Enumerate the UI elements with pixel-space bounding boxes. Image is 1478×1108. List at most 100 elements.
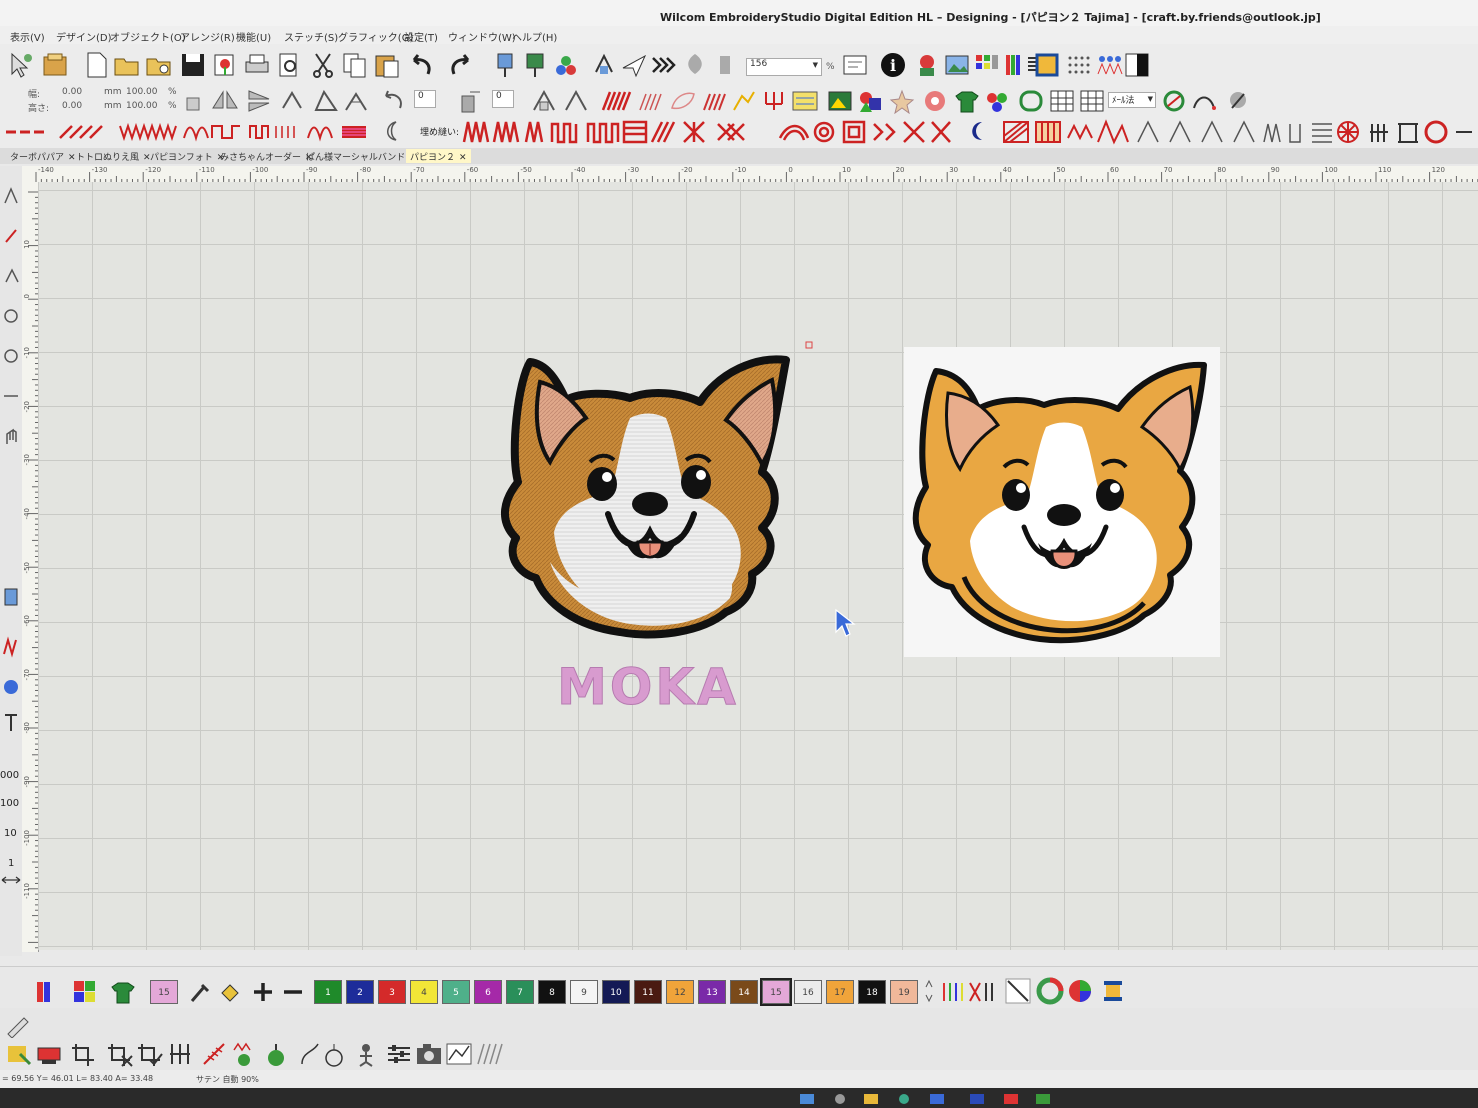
measure-icon[interactable]: [2, 386, 20, 406]
tab-martial-band[interactable]: ぱん様マーシャルバンド✕: [302, 149, 421, 163]
menu-view[interactable]: 表示(V): [10, 29, 45, 44]
design-canvas[interactable]: MOKA: [38, 182, 1478, 950]
open-folder-icon[interactable]: [112, 50, 142, 80]
slant-icon[interactable]: [456, 88, 486, 114]
fabric-icon[interactable]: [1224, 88, 1252, 114]
color-swatch-4[interactable]: 4: [410, 980, 438, 1004]
palette-list-icon[interactable]: [34, 979, 54, 1005]
design-library-icon[interactable]: [40, 50, 70, 80]
steering-icon[interactable]: [1160, 88, 1188, 114]
color-swatch-7[interactable]: 7: [506, 980, 534, 1004]
undo-icon[interactable]: [406, 50, 436, 80]
open-design-icon[interactable]: [144, 50, 174, 80]
distribute-icon[interactable]: [562, 88, 590, 114]
color-swatch-13[interactable]: 13: [698, 980, 726, 1004]
knife-icon[interactable]: [2, 226, 20, 246]
color-swatch-2[interactable]: 2: [346, 980, 374, 1004]
zigzag-stitch-icon[interactable]: [118, 120, 180, 142]
mirror-vertical-icon[interactable]: [244, 88, 274, 114]
menu-graphics[interactable]: グラフィック(G): [338, 29, 413, 44]
paste-icon[interactable]: [372, 50, 402, 80]
chart-stitch-icon[interactable]: [444, 1040, 474, 1068]
hoop-icon[interactable]: [1032, 50, 1062, 80]
fill-stitch-icon[interactable]: [600, 88, 634, 114]
flower-icon[interactable]: [888, 88, 916, 114]
color-swatch-5[interactable]: 5: [442, 980, 470, 1004]
tab-papillon-2[interactable]: パピヨン２ ✕: [406, 149, 471, 163]
columns-icon[interactable]: [166, 1040, 196, 1068]
show-bitmap-icon[interactable]: [942, 50, 972, 80]
zoom-box-icon[interactable]: [840, 50, 870, 80]
running-stitch-icon[interactable]: [4, 120, 54, 142]
flexi-split-icon[interactable]: [790, 88, 820, 114]
send-to-machine-icon[interactable]: [620, 50, 648, 80]
rotate-left-icon[interactable]: [378, 88, 408, 114]
crop-cross-icon[interactable]: [106, 1040, 136, 1068]
thread-chart-icon[interactable]: [940, 977, 1000, 1005]
color-swatch-8[interactable]: 8: [538, 980, 566, 1004]
scale-height-field[interactable]: 100.00: [126, 101, 158, 111]
print-preview-icon[interactable]: [274, 50, 304, 80]
color-swatch-3[interactable]: 3: [378, 980, 406, 1004]
hoop-outline-icon[interactable]: [1016, 88, 1046, 114]
appliqué-icon[interactable]: [920, 88, 950, 114]
fill-patterns-strip-icon[interactable]: [462, 118, 952, 146]
color-sphere-icon[interactable]: [1066, 977, 1094, 1005]
select-object-icon[interactable]: [6, 50, 36, 80]
embroidered-corgi-head[interactable]: [490, 342, 820, 652]
menu-design[interactable]: デザイン(D): [56, 29, 112, 44]
color-swatch-12[interactable]: 12: [666, 980, 694, 1004]
slant-field[interactable]: 0: [492, 90, 514, 108]
trim-icon[interactable]: [712, 50, 738, 80]
team-names-icon[interactable]: [982, 88, 1012, 114]
triple-stitch-icon[interactable]: [56, 120, 116, 142]
people-icon[interactable]: [1094, 50, 1124, 80]
contrast-icon[interactable]: [1122, 50, 1152, 80]
width-field[interactable]: 0.00: [62, 87, 82, 97]
tshirt-icon[interactable]: [952, 88, 982, 114]
zoom-select[interactable]: 156 ▼: [746, 58, 822, 76]
color-set-icon[interactable]: [2, 586, 20, 608]
color-swatch-18[interactable]: 18: [858, 980, 886, 1004]
blanket-stitch-icon[interactable]: [182, 120, 242, 142]
palette-scroll-icon[interactable]: [924, 977, 934, 1005]
fork-icon[interactable]: [760, 88, 788, 114]
taskbar-app-icons[interactable]: [800, 1092, 1060, 1106]
mirror-horizontal-icon[interactable]: [210, 88, 240, 114]
texture-icon[interactable]: [474, 1040, 504, 1068]
sewing-machine-icon[interactable]: [34, 1040, 64, 1068]
figure-icon[interactable]: [352, 1040, 382, 1068]
color-swatch-14[interactable]: 14: [730, 980, 758, 1004]
zigzag-apple-icon[interactable]: [230, 1040, 260, 1068]
grid-icon[interactable]: [1048, 88, 1076, 114]
hand-icon[interactable]: [2, 426, 20, 446]
menu-settings[interactable]: 設定(T): [404, 29, 438, 44]
copy-icon[interactable]: [340, 50, 370, 80]
satin-stitch-icon[interactable]: [636, 88, 666, 114]
menu-stitch[interactable]: ステッチ(S): [284, 29, 338, 44]
remove-color-icon[interactable]: [280, 979, 306, 1005]
color-swatch-16[interactable]: 16: [794, 980, 822, 1004]
angle-field[interactable]: 0: [414, 90, 436, 108]
menu-help[interactable]: ヘルプ(H): [512, 29, 557, 44]
grid-settings-icon[interactable]: [1078, 88, 1106, 114]
color-swatch-9[interactable]: 9: [570, 980, 598, 1004]
fast-forward-icon[interactable]: [650, 50, 680, 80]
menu-arrange[interactable]: アレンジ(R): [180, 29, 235, 44]
appliqué-patch-icon[interactable]: [4, 1040, 34, 1068]
leaf-outline-icon[interactable]: [668, 88, 698, 114]
grid-dots-icon[interactable]: [1064, 50, 1094, 80]
crop-icon[interactable]: [70, 1040, 100, 1068]
picture-icon[interactable]: [826, 88, 854, 114]
apple-outline-icon[interactable]: [320, 1040, 350, 1068]
travel-start-icon[interactable]: [492, 50, 518, 80]
color-swatch-1[interactable]: 1: [314, 980, 342, 1004]
reshape-icon[interactable]: [2, 186, 20, 206]
menu-object[interactable]: オブジェクト(O): [110, 29, 186, 44]
split-stitch-icon[interactable]: [200, 1040, 230, 1068]
color-swatch-19[interactable]: 19: [890, 980, 918, 1004]
color-swatch-11[interactable]: 11: [634, 980, 662, 1004]
tab-totoro[interactable]: トトロぬりえ風 ✕: [72, 149, 155, 163]
moon-icon[interactable]: [962, 118, 992, 144]
align-icon[interactable]: [530, 88, 558, 114]
